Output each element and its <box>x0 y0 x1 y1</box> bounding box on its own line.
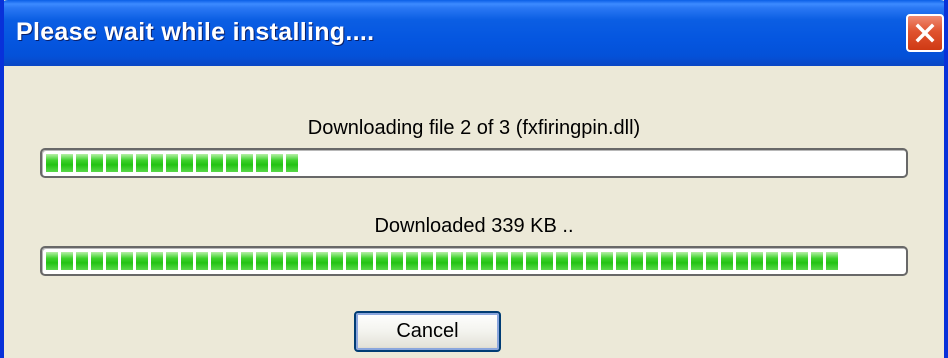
progress-segment <box>166 154 178 172</box>
title-bar[interactable]: Please wait while installing.... <box>4 0 944 66</box>
progress-segment <box>151 154 163 172</box>
progress-segment <box>196 252 208 270</box>
download-progress-bar <box>40 246 908 276</box>
cancel-button[interactable]: Cancel <box>354 311 501 352</box>
progress-segment <box>211 252 223 270</box>
progress-segment <box>196 154 208 172</box>
progress-segment <box>151 252 163 270</box>
progress-segment <box>106 154 118 172</box>
progress-segment <box>136 154 148 172</box>
progress-segment <box>646 252 658 270</box>
progress-segment <box>631 252 643 270</box>
progress-segment <box>61 154 73 172</box>
progress-segment <box>511 252 523 270</box>
progress-segment <box>616 252 628 270</box>
progress-segment <box>541 252 553 270</box>
file-progress-bar <box>40 148 908 178</box>
progress-segment <box>661 252 673 270</box>
progress-segment <box>481 252 493 270</box>
progress-segment <box>181 252 193 270</box>
progress-segment <box>166 252 178 270</box>
progress-segment <box>226 154 238 172</box>
progress-segment <box>361 252 373 270</box>
file-status-label: Downloading file 2 of 3 (fxfiringpin.dll… <box>307 117 641 139</box>
progress-segment <box>736 252 748 270</box>
progress-segment <box>601 252 613 270</box>
progress-segment <box>556 252 568 270</box>
progress-segment <box>376 252 388 270</box>
progress-segment <box>391 252 403 270</box>
progress-segment <box>91 154 103 172</box>
progress-segment <box>271 154 283 172</box>
progress-segment <box>436 252 448 270</box>
progress-segment <box>76 154 88 172</box>
progress-segment <box>91 252 103 270</box>
progress-segment <box>406 252 418 270</box>
window-title: Please wait while installing.... <box>16 18 375 46</box>
progress-segment <box>301 252 313 270</box>
progress-segment <box>586 252 598 270</box>
progress-segment <box>421 252 433 270</box>
download-progress-fill <box>46 252 838 270</box>
progress-segment <box>496 252 508 270</box>
close-button[interactable] <box>906 14 944 52</box>
progress-segment <box>781 252 793 270</box>
progress-segment <box>286 154 298 172</box>
progress-segment <box>256 154 268 172</box>
install-dialog: Please wait while installing.... Downloa… <box>0 0 948 358</box>
progress-segment <box>451 252 463 270</box>
progress-segment <box>46 154 58 172</box>
progress-segment <box>181 154 193 172</box>
close-icon <box>915 23 935 43</box>
progress-segment <box>706 252 718 270</box>
progress-segment <box>121 252 133 270</box>
progress-segment <box>61 252 73 270</box>
progress-segment <box>331 252 343 270</box>
progress-segment <box>811 252 823 270</box>
progress-segment <box>106 252 118 270</box>
download-status-label: Downloaded 339 KB .. <box>374 215 574 237</box>
progress-segment <box>826 252 838 270</box>
progress-segment <box>766 252 778 270</box>
progress-segment <box>676 252 688 270</box>
progress-segment <box>271 252 283 270</box>
progress-segment <box>256 252 268 270</box>
progress-segment <box>796 252 808 270</box>
dialog-body: Downloading file 2 of 3 (fxfiringpin.dll… <box>4 66 944 358</box>
progress-segment <box>46 252 58 270</box>
progress-segment <box>316 252 328 270</box>
progress-segment <box>286 252 298 270</box>
progress-segment <box>226 252 238 270</box>
progress-segment <box>721 252 733 270</box>
file-progress-fill <box>46 154 298 172</box>
progress-segment <box>136 252 148 270</box>
progress-segment <box>241 252 253 270</box>
progress-segment <box>121 154 133 172</box>
progress-segment <box>211 154 223 172</box>
progress-segment <box>76 252 88 270</box>
progress-segment <box>571 252 583 270</box>
progress-segment <box>466 252 478 270</box>
progress-segment <box>241 154 253 172</box>
progress-segment <box>691 252 703 270</box>
progress-segment <box>751 252 763 270</box>
progress-segment <box>526 252 538 270</box>
progress-segment <box>346 252 358 270</box>
